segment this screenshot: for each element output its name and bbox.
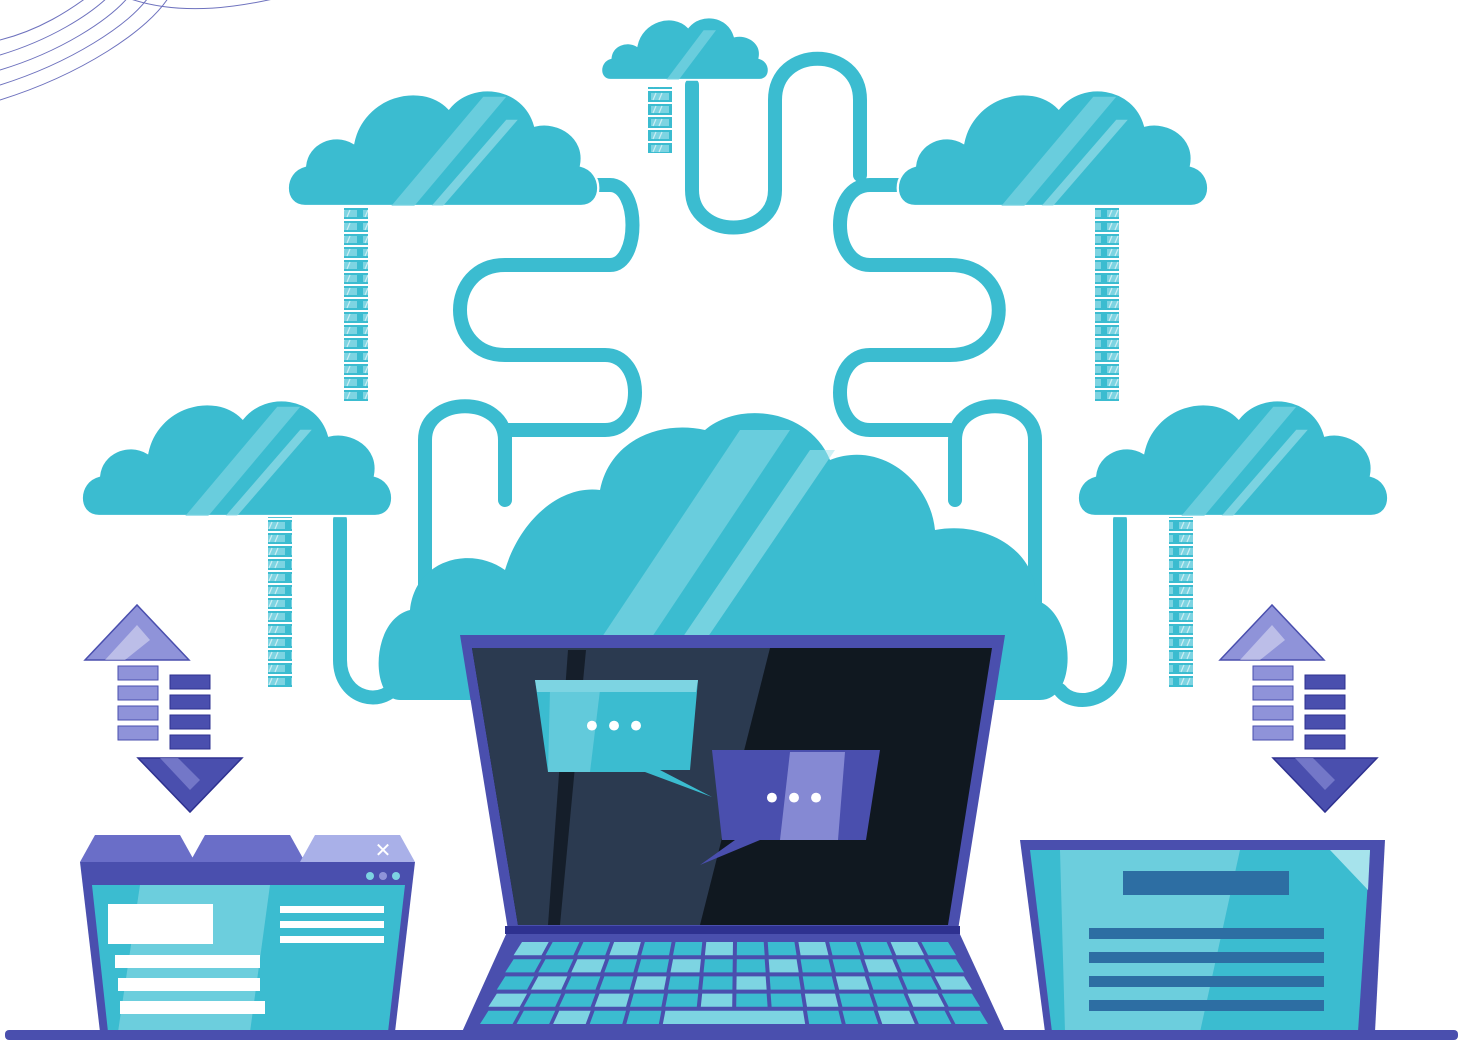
keyboard-key — [604, 959, 638, 973]
keyboard-key — [594, 993, 630, 1007]
keyboard-key — [736, 959, 766, 973]
keyboard-key — [630, 993, 664, 1007]
keyboard-key — [835, 976, 870, 990]
keyboard-key — [864, 959, 898, 973]
cloud-icon — [1076, 399, 1390, 518]
keyboard-key — [767, 942, 797, 956]
keyboard-key — [637, 959, 670, 973]
browser-window-icon — [80, 835, 415, 1032]
keyboard-key — [832, 959, 865, 973]
hatch-decoration — [0, 0, 272, 101]
keyboard-key — [804, 993, 839, 1007]
keyboard-key — [667, 976, 700, 990]
keyboard-key — [873, 993, 910, 1007]
keyboard-key — [700, 993, 733, 1007]
keyboard-key — [702, 976, 733, 990]
desk-surface — [5, 1030, 1458, 1040]
keyboard-key — [609, 942, 641, 956]
keyboard-key — [673, 942, 703, 956]
keyboard-key — [800, 959, 832, 973]
cloud-computing-illustration: ✕ ••• ••• — [0, 0, 1458, 1040]
keyboard-key — [768, 959, 799, 973]
keyboard-key — [736, 976, 767, 990]
document-icon — [1020, 840, 1385, 1032]
keyboard-key — [798, 942, 829, 956]
keyboard-key — [565, 976, 601, 990]
keyboard-key — [626, 1010, 662, 1024]
keyboard-key — [665, 993, 699, 1007]
svg-text:•••: ••• — [582, 707, 648, 747]
keyboard-key — [868, 976, 904, 990]
keyboard-key — [553, 1010, 591, 1024]
keyboard-key — [703, 959, 733, 973]
keyboard-key — [829, 942, 861, 956]
spacebar-key — [662, 1010, 806, 1024]
cloud-icon — [80, 399, 394, 518]
cloud-icon — [896, 89, 1210, 208]
keyboard-key — [802, 976, 836, 990]
keyboard-key — [769, 976, 801, 990]
keyboard-key — [670, 959, 701, 973]
cloud-icon — [600, 16, 770, 81]
keyboard-key — [704, 942, 733, 956]
keyboard-key — [859, 942, 893, 956]
keyboard-key — [736, 993, 768, 1007]
keyboard-key — [736, 942, 765, 956]
keyboard-key — [877, 1010, 915, 1024]
keyboard-key — [633, 976, 667, 990]
close-icon[interactable]: ✕ — [375, 838, 392, 862]
keyboard-key — [589, 1010, 626, 1024]
keyboard-key — [842, 1010, 879, 1024]
cloud-icon — [286, 89, 600, 208]
keyboard-key — [839, 993, 874, 1007]
keyboard-key — [641, 942, 672, 956]
keyboard-key — [770, 993, 803, 1007]
svg-text:•••: ••• — [762, 779, 828, 819]
keyboard-key — [559, 993, 596, 1007]
keyboard-key — [599, 976, 634, 990]
keyboard-key — [807, 1010, 842, 1024]
